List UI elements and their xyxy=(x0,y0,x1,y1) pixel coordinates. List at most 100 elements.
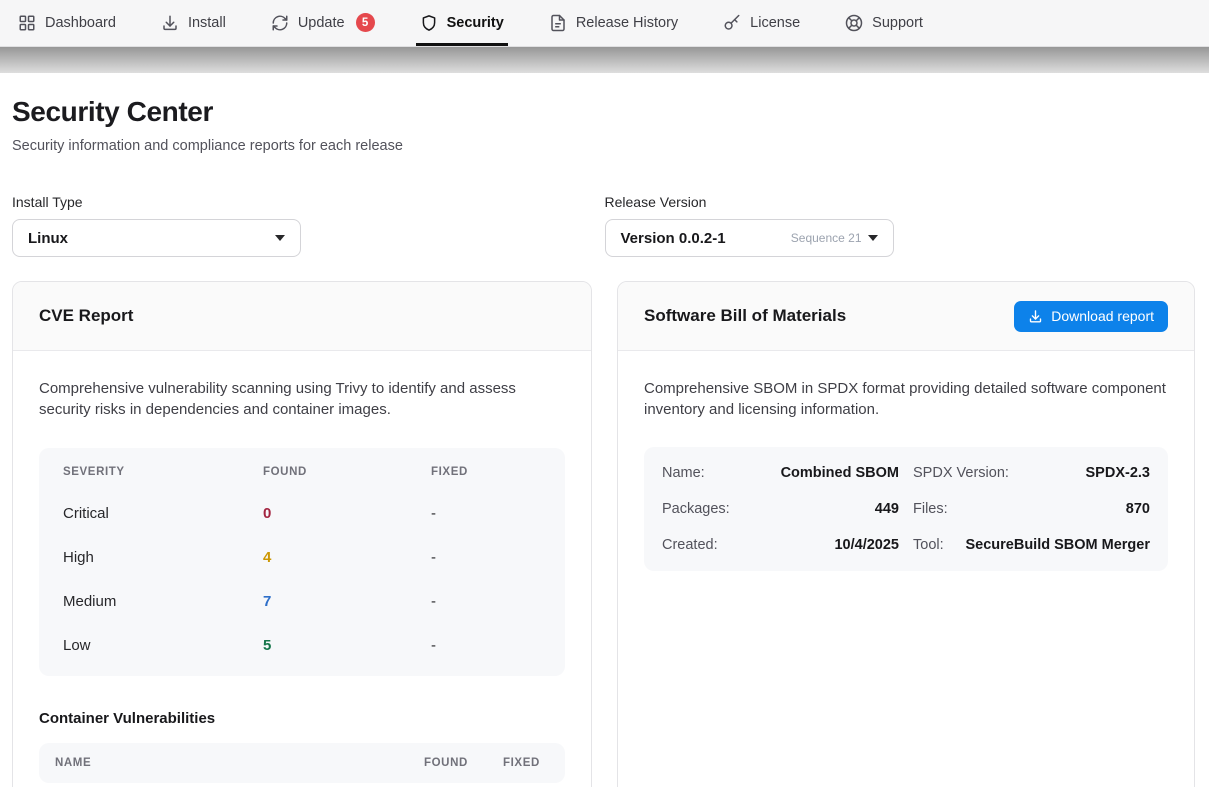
found-value: 7 xyxy=(263,593,431,610)
cve-report-title: CVE Report xyxy=(39,306,133,326)
tab-label: Dashboard xyxy=(45,15,116,31)
tab-license[interactable]: License xyxy=(719,0,804,46)
tab-label: Update xyxy=(298,15,345,31)
main-content: Security Center Security information and… xyxy=(0,96,1209,787)
severity-label: Critical xyxy=(63,505,263,522)
fixed-value: - xyxy=(431,505,541,522)
tab-label: Release History xyxy=(576,15,678,31)
download-report-button[interactable]: Download report xyxy=(1014,301,1168,332)
severity-row-high: High 4 - xyxy=(39,536,565,580)
update-count-badge: 5 xyxy=(356,13,375,32)
key-icon xyxy=(723,14,741,32)
severity-label: Medium xyxy=(63,593,263,610)
sbom-row: Packages: 449 Files: 870 xyxy=(662,491,1150,527)
header-shadow-bar xyxy=(0,47,1209,73)
cve-report-header: CVE Report xyxy=(13,282,591,351)
download-report-label: Download report xyxy=(1051,308,1154,324)
sbom-detail-packages: Packages: 449 xyxy=(662,491,899,527)
life-buoy-icon xyxy=(845,14,863,32)
download-icon xyxy=(161,14,179,32)
col-fixed: FIXED xyxy=(503,757,549,769)
col-name: NAME xyxy=(55,757,424,769)
sbom-title: Software Bill of Materials xyxy=(644,306,846,326)
detail-value: SPDX-2.3 xyxy=(1086,465,1150,481)
tab-install[interactable]: Install xyxy=(157,0,230,46)
container-vulnerabilities-title: Container Vulnerabilities xyxy=(39,710,565,727)
found-value: 4 xyxy=(263,549,431,566)
sbom-body: Comprehensive SBOM in SPDX format provid… xyxy=(618,351,1194,598)
sbom-details-grid: Name: Combined SBOM SPDX Version: SPDX-2… xyxy=(644,447,1168,571)
download-icon xyxy=(1028,309,1043,324)
cve-report-body: Comprehensive vulnerability scanning usi… xyxy=(13,351,591,787)
detail-value: SecureBuild SBOM Merger xyxy=(965,537,1150,553)
fixed-value: - xyxy=(431,549,541,566)
severity-table-header: SEVERITY FOUND FIXED xyxy=(39,452,565,492)
sbom-detail-files: Files: 870 xyxy=(913,491,1150,527)
detail-value: 449 xyxy=(875,501,899,517)
release-version-select[interactable]: Version 0.0.2-1 Sequence 21 xyxy=(605,219,894,257)
refresh-icon xyxy=(271,14,289,32)
severity-row-critical: Critical 0 - xyxy=(39,492,565,536)
found-value: 0 xyxy=(263,505,431,522)
fixed-value: - xyxy=(431,593,541,610)
tab-support[interactable]: Support xyxy=(841,0,927,46)
release-version-filter: Release Version Version 0.0.2-1 Sequence… xyxy=(605,194,1198,257)
detail-value: 870 xyxy=(1126,501,1150,517)
sequence-label: Sequence 21 xyxy=(791,231,862,245)
cve-report-description: Comprehensive vulnerability scanning usi… xyxy=(39,378,565,421)
page-subtitle: Security information and compliance repo… xyxy=(12,138,1197,154)
sbom-row: Created: 10/4/2025 Tool: SecureBuild SBO… xyxy=(662,527,1150,563)
found-value: 5 xyxy=(263,637,431,654)
sbom-row: Name: Combined SBOM SPDX Version: SPDX-2… xyxy=(662,455,1150,491)
col-severity: SEVERITY xyxy=(63,466,263,478)
detail-label: Created: xyxy=(662,537,718,553)
tab-dashboard[interactable]: Dashboard xyxy=(14,0,120,46)
sbom-detail-created: Created: 10/4/2025 xyxy=(662,527,899,563)
sbom-card: Software Bill of Materials Download repo… xyxy=(617,281,1195,787)
detail-label: Packages: xyxy=(662,501,730,517)
chevron-down-icon xyxy=(275,235,285,241)
filters-row: Install Type Linux Release Version Versi… xyxy=(12,194,1197,257)
cve-report-card: CVE Report Comprehensive vulnerability s… xyxy=(12,281,592,787)
fixed-value: - xyxy=(431,637,541,654)
detail-label: Files: xyxy=(913,501,948,517)
detail-label: Tool: xyxy=(913,537,944,553)
tab-label: Install xyxy=(188,15,226,31)
sbom-detail-spdx-version: SPDX Version: SPDX-2.3 xyxy=(913,455,1150,491)
install-type-filter: Install Type Linux xyxy=(12,194,605,257)
severity-label: High xyxy=(63,549,263,566)
sbom-header: Software Bill of Materials Download repo… xyxy=(618,282,1194,351)
install-type-value: Linux xyxy=(28,230,68,247)
tab-release-history[interactable]: Release History xyxy=(545,0,682,46)
sbom-description: Comprehensive SBOM in SPDX format provid… xyxy=(644,378,1168,421)
install-type-label: Install Type xyxy=(12,194,605,210)
severity-row-medium: Medium 7 - xyxy=(39,580,565,624)
tab-label: Support xyxy=(872,15,923,31)
tab-label: License xyxy=(750,15,800,31)
tab-security[interactable]: Security xyxy=(416,0,508,46)
tab-label: Security xyxy=(447,15,504,31)
col-fixed: FIXED xyxy=(431,466,541,478)
page-title: Security Center xyxy=(12,96,1197,128)
cards-row: CVE Report Comprehensive vulnerability s… xyxy=(12,281,1197,787)
severity-label: Low xyxy=(63,637,263,654)
severity-row-low: Low 5 - xyxy=(39,624,565,668)
tab-update[interactable]: Update 5 xyxy=(267,0,379,46)
chevron-down-icon xyxy=(868,235,878,241)
detail-label: SPDX Version: xyxy=(913,465,1009,481)
detail-label: Name: xyxy=(662,465,705,481)
shield-icon xyxy=(420,14,438,32)
release-version-label: Release Version xyxy=(605,194,1198,210)
top-navigation: Dashboard Install Update 5 Security Rele… xyxy=(0,0,1209,47)
severity-table: SEVERITY FOUND FIXED Critical 0 - High 4… xyxy=(39,448,565,676)
detail-value: 10/4/2025 xyxy=(834,537,899,553)
file-text-icon xyxy=(549,14,567,32)
container-vulnerabilities-header: NAME FOUND FIXED xyxy=(39,743,565,783)
dashboard-icon xyxy=(18,14,36,32)
col-found: FOUND xyxy=(263,466,431,478)
detail-value: Combined SBOM xyxy=(781,465,899,481)
install-type-select[interactable]: Linux xyxy=(12,219,301,257)
col-found: FOUND xyxy=(424,757,503,769)
sbom-detail-tool: Tool: SecureBuild SBOM Merger xyxy=(913,527,1150,563)
release-version-value: Version 0.0.2-1 xyxy=(621,230,726,247)
